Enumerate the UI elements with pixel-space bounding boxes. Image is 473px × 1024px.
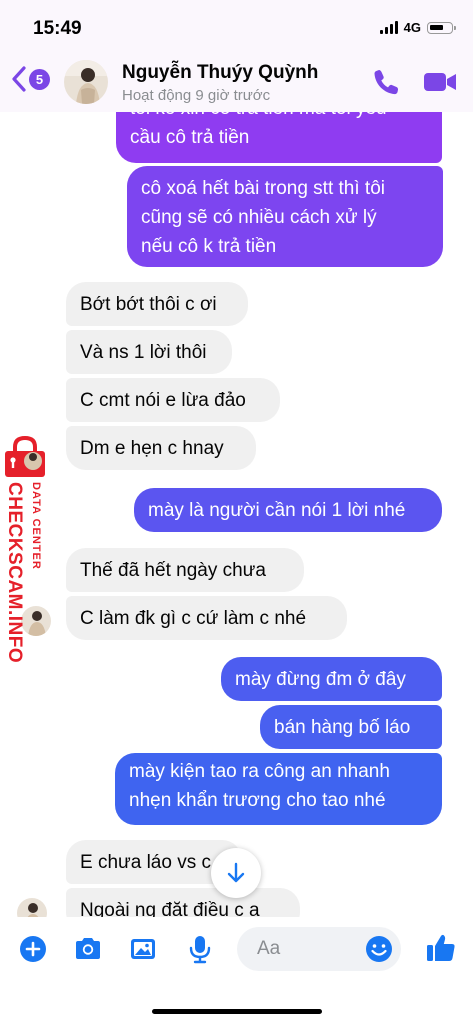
status-bar: 15:49 4G (0, 0, 473, 52)
battery-icon (427, 21, 456, 34)
plus-circle-icon[interactable] (17, 933, 49, 965)
message-bubble-incoming[interactable]: Dm e hẹn c hnay (66, 426, 256, 470)
sender-avatar[interactable] (21, 606, 51, 636)
message-bubble-incoming[interactable]: Bớt bớt thôi c ơi (66, 282, 248, 326)
message-bubble-incoming[interactable]: C làm đk gì c cứ làm c nhé (66, 596, 347, 640)
back-button[interactable]: 5 (10, 65, 50, 93)
message-bubble-outgoing[interactable]: cô xoá hết bài trong stt thì tôi cũng sẽ… (127, 166, 443, 267)
thumbs-up-icon[interactable] (424, 931, 458, 965)
phone-call-icon[interactable] (370, 66, 402, 98)
sender-avatar[interactable] (17, 898, 47, 917)
status-time: 15:49 (33, 18, 82, 39)
chevron-left-icon (12, 66, 26, 92)
emoji-icon[interactable] (364, 934, 394, 964)
message-bubble-outgoing[interactable]: mày là người cần nói 1 lời nhé (134, 488, 442, 532)
contact-avatar[interactable] (64, 60, 108, 104)
message-bubble-outgoing[interactable]: mày đừng đm ở đây (221, 657, 442, 701)
video-call-icon[interactable] (422, 66, 458, 98)
message-bubble-outgoing[interactable]: bán hàng bố láo (260, 705, 442, 749)
message-bubble-incoming[interactable]: C cmt nói e lừa đảo (66, 378, 280, 422)
arrow-down-icon (227, 862, 245, 883)
message-bubble-incoming[interactable]: Và ns 1 lời thôi (66, 330, 232, 374)
camera-icon[interactable] (72, 933, 104, 965)
message-list[interactable]: tôi ko xin cô trả tiền mà tôi yêu cầu cô… (0, 112, 473, 917)
scroll-to-bottom-button[interactable] (211, 848, 261, 898)
network-type: 4G (403, 20, 421, 35)
contact-name[interactable]: Nguyễn Thuýy Quỳnh (122, 62, 318, 84)
message-bubble-incoming[interactable]: Thế đã hết ngày chưa (66, 548, 304, 592)
image-icon[interactable] (127, 933, 159, 965)
conversation-header: 5 Nguyễn Thuýy Quỳnh Hoạt động 9 giờ trư… (0, 52, 473, 112)
message-bubble-outgoing[interactable]: tôi ko xin cô trả tiền mà tôi yêu cầu cô… (116, 112, 442, 163)
status-icons: 4G (379, 20, 456, 35)
message-composer (0, 917, 473, 1024)
home-indicator (152, 1009, 322, 1014)
message-bubble-outgoing[interactable]: mày kiện tao ra công an nhanh nhẹn khẩn … (115, 753, 442, 825)
activity-status: Hoạt động 9 giờ trước (122, 87, 271, 104)
unread-count-badge: 5 (29, 68, 50, 90)
cellular-signal-icon (379, 21, 398, 34)
message-bubble-incoming[interactable]: Ngoài ng đặt điều c a (66, 888, 300, 917)
microphone-icon[interactable] (184, 933, 216, 965)
